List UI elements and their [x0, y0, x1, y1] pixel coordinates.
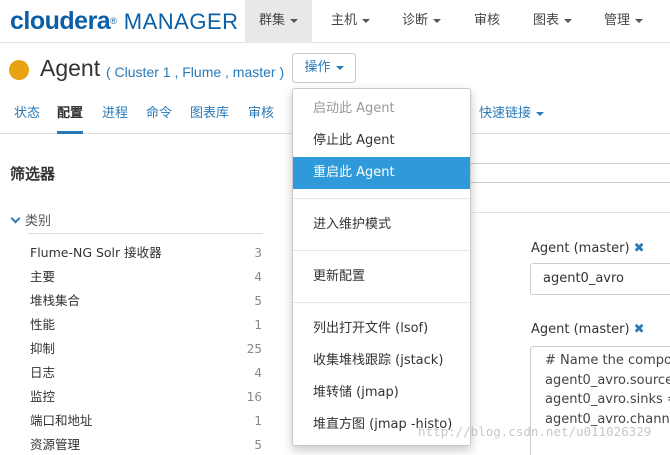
nav-hosts[interactable]: 主机: [317, 0, 384, 43]
menu-divider: [293, 250, 470, 251]
menu-item-lsof[interactable]: 列出打开文件 (lsof): [293, 313, 470, 345]
agent-name-label: Agent (master) ✖: [531, 241, 645, 256]
filter-count: 4: [254, 366, 262, 380]
nav-administration[interactable]: 管理: [590, 0, 657, 43]
remove-scope-icon[interactable]: ✖: [634, 241, 645, 256]
menu-divider: [293, 198, 470, 199]
filter-count: 1: [254, 318, 262, 332]
watermark: http://blog.csdn.net/u011026329: [418, 424, 652, 439]
tab-chart-library[interactable]: 图表库: [190, 96, 229, 134]
chevron-down-icon: [335, 65, 344, 70]
menu-item-jmap[interactable]: 堆转储 (jmap): [293, 377, 470, 409]
filter-label: 监控: [30, 389, 56, 404]
nav-label: 审核: [474, 13, 501, 28]
filter-label: Flume-NG Solr 接收器: [30, 245, 162, 260]
category-toggle[interactable]: 类别: [10, 210, 51, 229]
menu-item-jstack[interactable]: 收集堆栈跟踪 (jstack): [293, 345, 470, 377]
chevron-down-icon: [290, 18, 299, 23]
filter-item[interactable]: 堆栈集合 5: [30, 289, 262, 313]
tab-processes[interactable]: 进程: [102, 96, 128, 134]
filter-count: 1: [254, 414, 262, 428]
nav-label: 诊断: [402, 13, 429, 28]
config-search-input[interactable]: [455, 163, 670, 183]
chevron-down-icon: [433, 18, 442, 23]
logo-product: MANAGER: [123, 9, 239, 34]
actions-dropdown-menu: 启动此 Agent 停止此 Agent 重启此 Agent 进入维护模式 更新配…: [292, 88, 471, 446]
page-breadcrumb-context[interactable]: ( Cluster 1 , Flume , master ): [106, 64, 284, 80]
filter-item[interactable]: 日志 4: [30, 361, 262, 385]
filter-label: 端口和地址: [30, 413, 93, 428]
filter-item[interactable]: 性能 1: [30, 313, 262, 337]
filter-item[interactable]: 资源管理 5: [30, 433, 262, 455]
filter-label: 资源管理: [30, 437, 81, 452]
filter-label: 性能: [30, 317, 56, 332]
nav-clusters[interactable]: 群集: [245, 0, 313, 43]
tab-status[interactable]: 状态: [14, 96, 40, 134]
filter-label: 堆栈集合: [30, 293, 81, 308]
chevron-down-icon: [536, 111, 545, 116]
menu-item-update-config[interactable]: 更新配置: [293, 261, 470, 293]
tab-audits[interactable]: 审核: [248, 96, 274, 134]
menu-item-start-agent: 启动此 Agent: [313, 101, 395, 116]
nav-charts[interactable]: 图表: [519, 0, 586, 43]
category-label: 类别: [25, 214, 52, 229]
registered-mark: ®: [110, 16, 117, 26]
filter-label: 日志: [30, 365, 56, 380]
divider: [28, 233, 263, 234]
chevron-down-icon: [564, 18, 573, 23]
quick-links-label: 快速链接: [479, 106, 532, 121]
filter-item[interactable]: 主要 4: [30, 265, 262, 289]
divider: [455, 212, 670, 213]
top-navbar: cloudera® MANAGER 群集 主机 诊断 审核 图表 管理: [0, 0, 670, 43]
filter-list: Flume-NG Solr 接收器 3 主要 4 堆栈集合 5 性能 1 抑制 25 日志…: [30, 241, 262, 455]
actions-button-label: 操作: [304, 60, 331, 75]
status-indicator-icon: [9, 60, 29, 80]
filter-count: 25: [246, 342, 262, 356]
tab-commands[interactable]: 命令: [146, 96, 172, 134]
actions-button[interactable]: 操作: [292, 53, 356, 83]
nav-label: 图表: [533, 13, 560, 28]
nav-label: 群集: [259, 13, 286, 28]
filter-count: 4: [254, 270, 262, 284]
menu-divider: [293, 302, 470, 303]
cloudera-manager-logo[interactable]: cloudera® MANAGER: [10, 6, 239, 37]
filter-item[interactable]: Flume-NG Solr 接收器 3: [30, 241, 262, 265]
nav-diagnostics[interactable]: 诊断: [388, 0, 455, 43]
filter-count: 5: [254, 438, 262, 452]
filter-item[interactable]: 监控 16: [30, 385, 262, 409]
nav-audits[interactable]: 审核: [460, 0, 514, 43]
page-title: Agent: [40, 55, 101, 81]
filters-heading: 筛选器: [10, 165, 56, 183]
filter-count: 3: [254, 246, 262, 260]
chevron-down-icon: [635, 18, 644, 23]
filter-label: 主要: [30, 269, 56, 284]
filter-item[interactable]: 端口和地址 1: [30, 409, 262, 433]
filter-count: 16: [246, 390, 262, 404]
field-label-text: Agent (master): [531, 322, 630, 337]
chevron-down-icon: [10, 213, 21, 224]
filter-label: 抑制: [30, 341, 56, 356]
nav-label: 主机: [331, 13, 358, 28]
logo-brand: cloudera: [10, 7, 111, 35]
chevron-down-icon: [362, 18, 371, 23]
filter-count: 5: [254, 294, 262, 308]
tab-configuration[interactable]: 配置: [57, 96, 84, 134]
config-file-label: Agent (master) ✖: [531, 322, 645, 337]
field-label-text: Agent (master): [531, 241, 630, 256]
agent-name-input[interactable]: agent0_avro: [530, 263, 670, 295]
menu-item-restart-agent[interactable]: 重启此 Agent: [293, 157, 470, 189]
menu-item-enter-maintenance[interactable]: 进入维护模式: [293, 209, 470, 241]
filter-item[interactable]: 抑制 25: [30, 337, 262, 361]
tab-quick-links[interactable]: 快速链接: [479, 96, 545, 134]
remove-scope-icon[interactable]: ✖: [634, 322, 645, 337]
menu-item-stop-agent[interactable]: 停止此 Agent: [293, 125, 470, 157]
nav-label: 管理: [604, 13, 631, 28]
